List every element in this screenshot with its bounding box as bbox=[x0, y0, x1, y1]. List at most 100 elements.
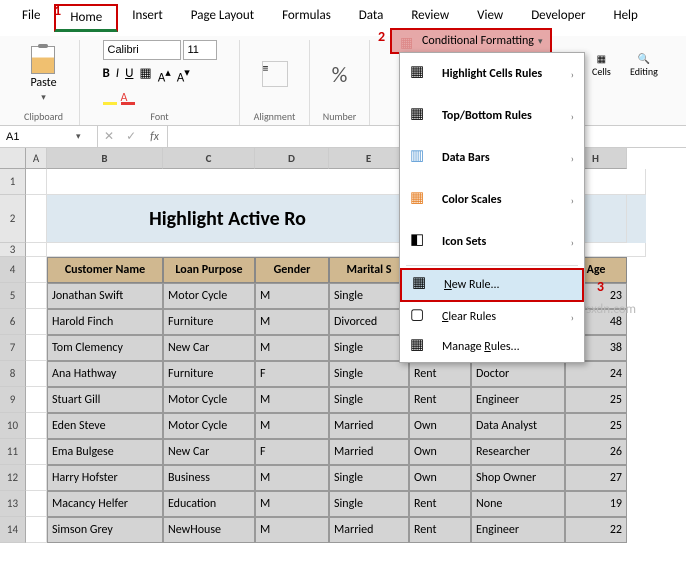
dd-top-bottom[interactable]: ▦ Top/Bottom Rules › bbox=[400, 95, 584, 137]
cell-occupation[interactable]: Engineer bbox=[471, 517, 565, 543]
row-header-11[interactable]: 11 bbox=[0, 439, 26, 465]
fx-button[interactable]: fx bbox=[142, 130, 167, 144]
dd-highlight-cells[interactable]: ▦ Highlight Cells Rules › bbox=[400, 53, 584, 95]
table-row[interactable]: Simson GreyNewHouseMMarriedRentEngineer2… bbox=[26, 517, 646, 543]
cell-customer[interactable]: Eden Steve bbox=[47, 413, 163, 439]
cell-loan[interactable]: Furniture bbox=[163, 361, 255, 387]
menu-file[interactable]: File bbox=[8, 4, 54, 32]
conditional-formatting-button[interactable]: Conditional Formatting ▾ bbox=[390, 28, 552, 54]
menu-insert[interactable]: Insert bbox=[118, 4, 177, 32]
decrease-font-button[interactable]: A▾ bbox=[177, 66, 190, 85]
cell-rentown[interactable]: Rent bbox=[409, 491, 471, 517]
table-row[interactable]: Stuart GillMotor CycleMSingleRentEnginee… bbox=[26, 387, 646, 413]
cell-customer[interactable]: Harold Finch bbox=[47, 309, 163, 335]
col-header-c[interactable]: C bbox=[163, 148, 255, 169]
cell-age[interactable]: 27 bbox=[565, 465, 627, 491]
cell-rentown[interactable]: Rent bbox=[409, 517, 471, 543]
cell-marital[interactable]: Single bbox=[329, 361, 409, 387]
cell-gender[interactable]: M bbox=[255, 387, 329, 413]
cell-loan[interactable]: Motor Cycle bbox=[163, 283, 255, 309]
cell-loan[interactable]: New Car bbox=[163, 439, 255, 465]
cell-gender[interactable]: M bbox=[255, 283, 329, 309]
dd-icon-sets[interactable]: ◧ Icon Sets › bbox=[400, 221, 584, 263]
row-header-14[interactable]: 14 bbox=[0, 517, 26, 543]
dd-color-scales[interactable]: ▦ Color Scales › bbox=[400, 179, 584, 221]
editing-group[interactable]: 🔍 Editing bbox=[630, 52, 658, 78]
row-header-10[interactable]: 10 bbox=[0, 413, 26, 439]
row-header-7[interactable]: 7 bbox=[0, 335, 26, 361]
cell-marital[interactable]: Single bbox=[329, 465, 409, 491]
row-header-3[interactable]: 3 bbox=[0, 243, 26, 257]
cell-occupation[interactable]: Data Analyst bbox=[471, 413, 565, 439]
row-header-4[interactable]: 4 bbox=[0, 257, 26, 283]
cell-marital[interactable]: Single bbox=[329, 283, 409, 309]
cell-gender[interactable]: M bbox=[255, 335, 329, 361]
fill-color-button[interactable] bbox=[103, 91, 117, 105]
menu-formulas[interactable]: Formulas bbox=[268, 4, 345, 32]
cells-group[interactable]: ▦ Cells bbox=[592, 52, 611, 78]
cell-loan[interactable]: New Car bbox=[163, 335, 255, 361]
header-customer[interactable]: Customer Name bbox=[47, 257, 163, 283]
cell-customer[interactable]: Macancy Helfer bbox=[47, 491, 163, 517]
cell-marital[interactable]: Married bbox=[329, 517, 409, 543]
cell-rentown[interactable]: Own bbox=[409, 465, 471, 491]
dd-new-rule[interactable]: ▦ New Rule... 3 bbox=[400, 268, 584, 302]
cell-occupation[interactable]: Doctor bbox=[471, 361, 565, 387]
cell-occupation[interactable]: Shop Owner bbox=[471, 465, 565, 491]
cell-loan[interactable]: Motor Cycle bbox=[163, 413, 255, 439]
cancel-icon[interactable]: ✕ bbox=[98, 129, 120, 144]
cell-age[interactable]: 24 bbox=[565, 361, 627, 387]
cell-rentown[interactable]: Rent bbox=[409, 361, 471, 387]
cell-gender[interactable]: M bbox=[255, 465, 329, 491]
col-header-e[interactable]: E bbox=[329, 148, 409, 169]
menu-help[interactable]: Help bbox=[599, 4, 651, 32]
increase-font-button[interactable]: A▴ bbox=[158, 66, 171, 85]
table-row[interactable]: Macancy HelferEducationMSingleRentNone19 bbox=[26, 491, 646, 517]
cell-age[interactable]: 19 bbox=[565, 491, 627, 517]
enter-icon[interactable]: ✓ bbox=[120, 129, 142, 144]
row-header-12[interactable]: 12 bbox=[0, 465, 26, 491]
font-name-select[interactable] bbox=[103, 40, 181, 60]
menu-home[interactable]: Home bbox=[54, 4, 118, 32]
row-header-2[interactable]: 2 bbox=[0, 195, 26, 243]
cell-loan[interactable]: NewHouse bbox=[163, 517, 255, 543]
cell-gender[interactable]: M bbox=[255, 309, 329, 335]
cell-marital[interactable]: Divorced bbox=[329, 309, 409, 335]
cell-marital[interactable]: Single bbox=[329, 491, 409, 517]
row-header-13[interactable]: 13 bbox=[0, 491, 26, 517]
cell-marital[interactable]: Single bbox=[329, 335, 409, 361]
cell-loan[interactable]: Business bbox=[163, 465, 255, 491]
cell-customer[interactable]: Ema Bulgese bbox=[47, 439, 163, 465]
col-header-d[interactable]: D bbox=[255, 148, 329, 169]
menu-page-layout[interactable]: Page Layout bbox=[177, 4, 268, 32]
table-row[interactable]: Eden SteveMotor CycleMMarriedOwnData Ana… bbox=[26, 413, 646, 439]
cell-age[interactable]: 25 bbox=[565, 387, 627, 413]
cell-occupation[interactable]: Engineer bbox=[471, 387, 565, 413]
col-header-a[interactable]: A bbox=[26, 148, 47, 169]
italic-button[interactable]: I bbox=[116, 66, 119, 85]
row-header-9[interactable]: 9 bbox=[0, 387, 26, 413]
cell-gender[interactable]: M bbox=[255, 517, 329, 543]
dd-data-bars[interactable]: ▥ Data Bars › bbox=[400, 137, 584, 179]
cell-gender[interactable]: M bbox=[255, 413, 329, 439]
title-cell[interactable]: Highlight Active Ro bbox=[47, 195, 409, 243]
cell-customer[interactable]: Jonathan Swift bbox=[47, 283, 163, 309]
percent-icon[interactable]: % bbox=[332, 61, 348, 88]
cell-customer[interactable]: Harry Hofster bbox=[47, 465, 163, 491]
cell-gender[interactable]: F bbox=[255, 361, 329, 387]
underline-button[interactable]: U bbox=[125, 66, 133, 85]
cell-marital[interactable]: Married bbox=[329, 413, 409, 439]
header-marital[interactable]: Marital S bbox=[329, 257, 409, 283]
cell-customer[interactable]: Stuart Gill bbox=[47, 387, 163, 413]
cell-customer[interactable]: Simson Grey bbox=[47, 517, 163, 543]
header-loan[interactable]: Loan Purpose bbox=[163, 257, 255, 283]
cell-marital[interactable]: Married bbox=[329, 439, 409, 465]
cell-gender[interactable]: M bbox=[255, 491, 329, 517]
header-gender[interactable]: Gender bbox=[255, 257, 329, 283]
cell-age[interactable]: 25 bbox=[565, 413, 627, 439]
border-button[interactable]: ▦ bbox=[139, 66, 151, 85]
table-row[interactable]: Ana HathwayFurnitureFSingleRentDoctor24 bbox=[26, 361, 646, 387]
alignment-icon[interactable]: ≡ bbox=[262, 61, 288, 87]
cell-customer[interactable]: Tom Clemency bbox=[47, 335, 163, 361]
cell-rentown[interactable]: Own bbox=[409, 439, 471, 465]
